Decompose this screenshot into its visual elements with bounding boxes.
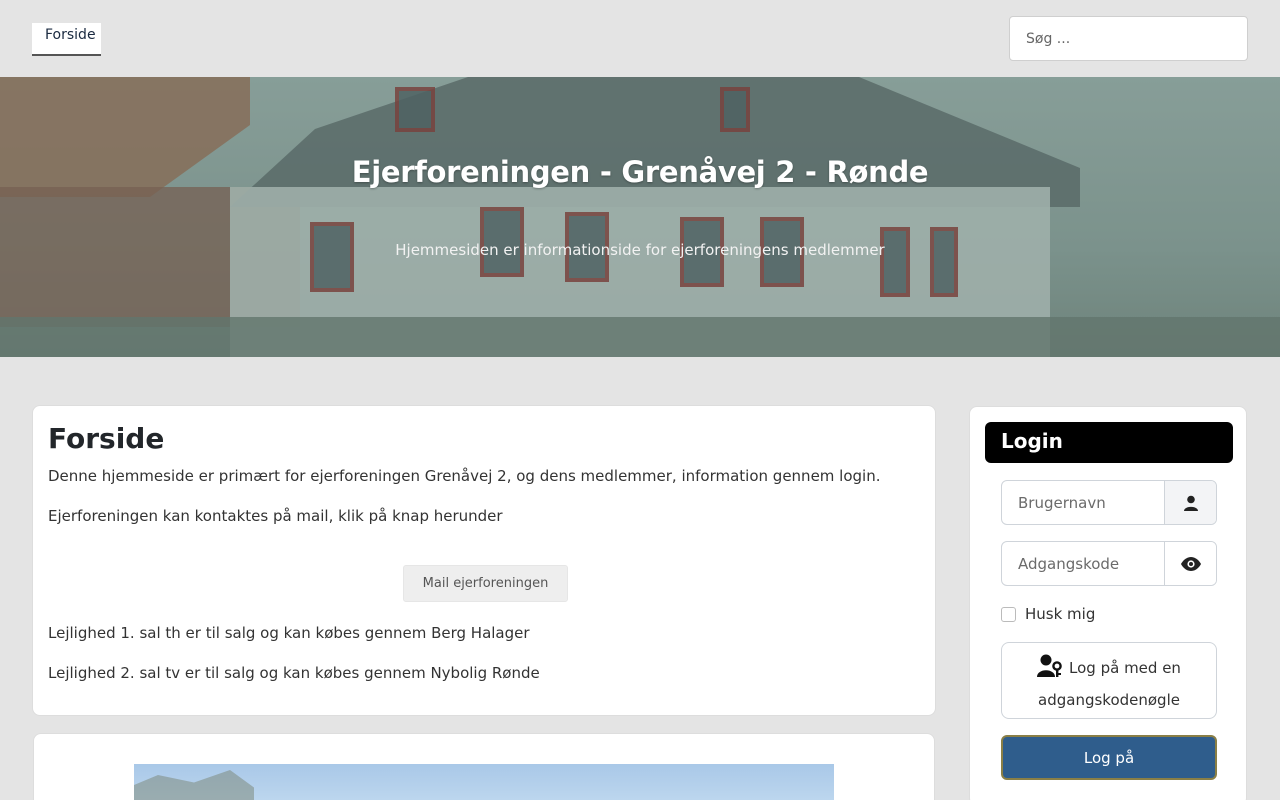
remember-me[interactable]: Husk mig bbox=[1001, 604, 1095, 624]
passkey-login-button[interactable]: Log på med en adgangskodenøgle bbox=[1001, 642, 1217, 719]
sale-note: Lejlighed 1. sal th er til salg og kan k… bbox=[48, 624, 530, 642]
hero-overlay bbox=[0, 77, 1280, 357]
hero-banner: Ejerforeningen - Grenåvej 2 - Rønde Hjem… bbox=[0, 77, 1280, 357]
image-card bbox=[33, 733, 935, 800]
content-photo bbox=[134, 764, 834, 800]
site-subtitle: Hjemmesiden er informationside for ejerf… bbox=[395, 241, 885, 259]
password-field bbox=[1001, 541, 1217, 586]
login-submit-button[interactable]: Log på bbox=[1001, 735, 1217, 780]
mail-button[interactable]: Mail ejerforeningen bbox=[403, 565, 568, 602]
search-input[interactable] bbox=[1009, 16, 1248, 61]
intro-paragraph: Denne hjemmeside er primært for ejerfore… bbox=[48, 467, 881, 485]
user-key-icon bbox=[1037, 654, 1062, 677]
nav-tab-forside[interactable]: Forside bbox=[32, 23, 101, 56]
password-input[interactable] bbox=[1002, 542, 1164, 585]
page-title: Forside bbox=[48, 422, 165, 455]
contact-paragraph: Ejerforeningen kan kontaktes på mail, kl… bbox=[48, 507, 503, 525]
sale-note: Lejlighed 2. sal tv er til salg og kan k… bbox=[48, 664, 540, 682]
top-bar: Forside bbox=[0, 0, 1280, 77]
login-title: Login bbox=[985, 422, 1233, 463]
username-field bbox=[1001, 480, 1217, 525]
remember-label: Husk mig bbox=[1025, 605, 1096, 623]
site-title: Ejerforeningen - Grenåvej 2 - Rønde bbox=[351, 155, 929, 189]
photo-tree bbox=[134, 770, 254, 800]
login-card: Login Husk mig Log på med en adgangskode… bbox=[969, 406, 1247, 800]
user-icon bbox=[1164, 481, 1216, 524]
remember-checkbox[interactable] bbox=[1001, 606, 1016, 622]
username-input[interactable] bbox=[1002, 481, 1164, 524]
eye-icon[interactable] bbox=[1164, 542, 1216, 585]
main-content-card: Forside Denne hjemmeside er primært for … bbox=[32, 405, 936, 716]
